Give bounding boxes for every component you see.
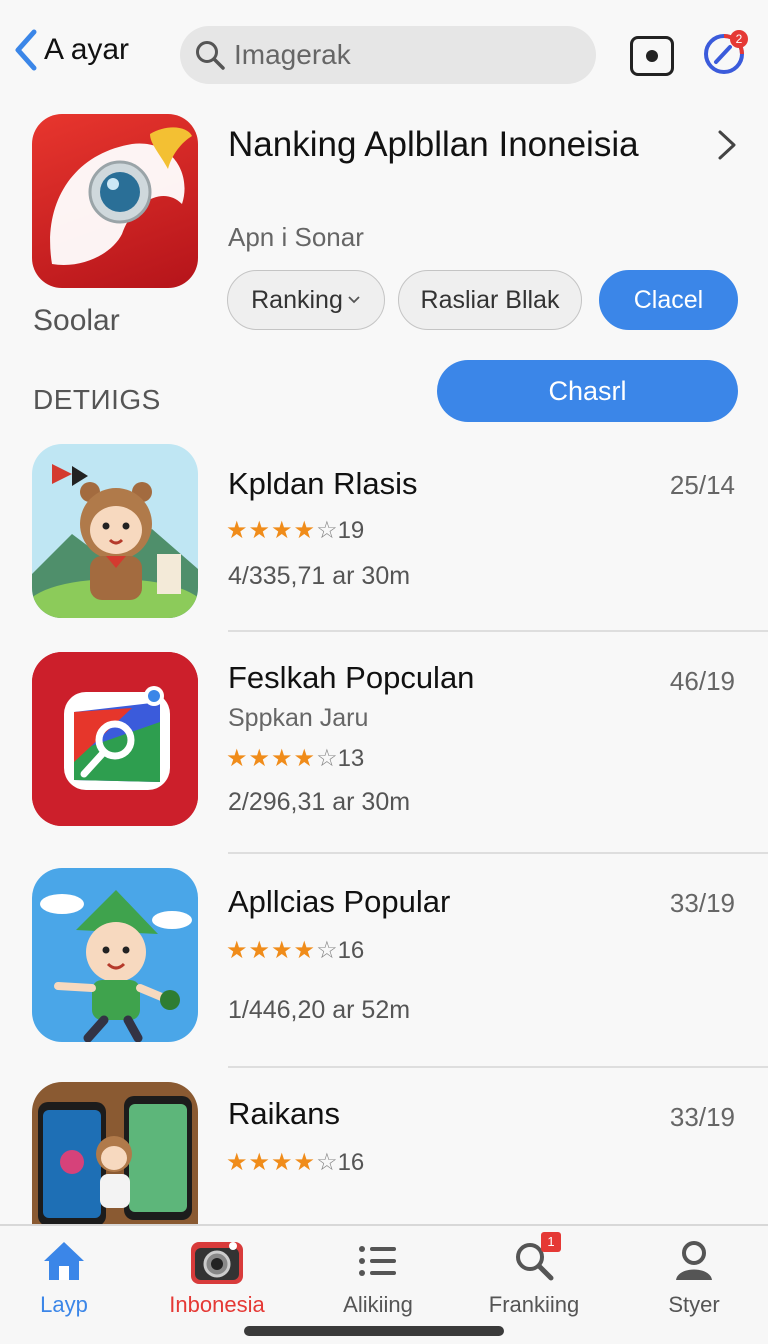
rasliar-filter-button[interactable]: Rasliar Bllak	[398, 270, 582, 330]
app-title: Raikans	[228, 1096, 340, 1131]
list-item[interactable]: Kpldan Rlasis 25/14 ★★★★ ☆ 19 4/335,71 a…	[0, 444, 768, 634]
star-empty-icon: ☆	[316, 517, 338, 544]
star-rating-icon: ★★★★	[226, 937, 317, 964]
app-subtitle: Sppkan Jaru	[228, 704, 369, 732]
back-label: A ayar	[44, 33, 130, 66]
app-rating: ★★★★ ☆ 19	[226, 516, 364, 545]
rating-count: 19	[337, 516, 365, 544]
app-rating: ★★★★ ☆ 13	[226, 744, 364, 773]
search-icon	[196, 41, 225, 70]
app-title: Kpldan Rlasis	[228, 466, 418, 501]
list-item[interactable]: Feslkah Popculan 46/19 Sppkan Jaru ★★★★ …	[0, 652, 768, 842]
featured-app-icon[interactable]	[32, 114, 198, 288]
list-item[interactable]: Apllcias Popular 33/19 ★★★★ ☆ 16 1/446,2…	[0, 868, 768, 1058]
clacel-button[interactable]: Clacel	[599, 270, 738, 330]
featured-app-label: Soolar	[33, 304, 120, 337]
list-icon	[353, 1236, 403, 1286]
star-empty-icon: ☆	[316, 937, 338, 964]
search-placeholder: Imagerak	[234, 39, 351, 70]
app-date: 33/19	[669, 888, 735, 918]
app-icon-bear	[32, 444, 198, 618]
divider	[228, 630, 768, 632]
back-button[interactable]: A ayar	[12, 28, 129, 72]
star-empty-icon: ☆	[316, 745, 338, 772]
nav-label: Inbonesia	[169, 1292, 265, 1317]
app-title: Feslkah Popculan	[228, 660, 475, 695]
person-icon	[669, 1236, 719, 1286]
app-title: Apllcias Popular	[228, 884, 451, 919]
app-date: 33/19	[669, 1102, 735, 1132]
scan-button[interactable]	[630, 36, 674, 76]
rating-count: 13	[337, 744, 365, 772]
app-date: 46/19	[669, 666, 735, 696]
app-icon-elf	[32, 868, 198, 1042]
app-icon-photo	[32, 652, 198, 826]
chevron-right-icon[interactable]	[716, 128, 738, 167]
star-rating-icon: ★★★★	[226, 745, 317, 772]
rating-count: 16	[337, 936, 365, 964]
nav-item-layp[interactable]: Layp	[0, 1236, 134, 1326]
divider	[228, 852, 768, 854]
star-rating-icon: ★★★★	[226, 517, 317, 544]
app-date: 25/14	[669, 470, 735, 500]
app-meta: 2/296,31 ar 30m	[228, 788, 411, 816]
list-item[interactable]: Raikans 33/19 ★★★★ ☆ 16	[0, 1082, 768, 1224]
nav-item-inbonesia[interactable]: Inbonesia	[147, 1236, 287, 1326]
page-title: Nanking Aplbllan Inoneisia	[228, 125, 639, 164]
nav-item-alikiing[interactable]: Alikiing	[308, 1236, 448, 1326]
nav-label: Layp	[40, 1292, 88, 1317]
chevron-left-icon	[15, 29, 37, 71]
notification-badge: 2	[730, 30, 748, 48]
camera-app-icon	[50, 127, 192, 265]
search-icon: 1	[509, 1232, 561, 1286]
app-icon-phones	[32, 1082, 198, 1224]
nav-item-frankiing[interactable]: 1 Frankiing	[464, 1232, 604, 1326]
camera-icon	[189, 1236, 245, 1286]
primary-action-label: Chasrl	[548, 375, 627, 406]
home-indicator[interactable]	[244, 1326, 504, 1336]
primary-action-button[interactable]: Chasrl	[437, 360, 738, 422]
app-meta: 1/446,20 ar 52m	[228, 996, 411, 1024]
section-heading: DETИIGS	[33, 384, 161, 415]
ranking-filter-label: Ranking	[251, 285, 343, 314]
rating-count: 16	[337, 1148, 365, 1176]
star-rating-icon: ★★★★	[226, 1149, 317, 1176]
clacel-label: Clacel	[633, 285, 704, 314]
rasliar-filter-label: Rasliar Bllak	[420, 285, 560, 314]
ranking-filter-button[interactable]: Ranking	[227, 270, 385, 330]
home-icon	[39, 1236, 89, 1286]
nav-badge: 1	[541, 1232, 561, 1252]
app-meta: 4/335,71 ar 30m	[228, 562, 411, 590]
star-empty-icon: ☆	[316, 1149, 338, 1176]
nav-item-styer[interactable]: Styer	[624, 1236, 764, 1326]
top-bar: A ayar Imagerak 2	[0, 0, 768, 108]
nav-label: Styer	[668, 1292, 720, 1317]
nav-label: Frankiing	[488, 1292, 580, 1317]
scan-icon	[646, 50, 658, 62]
chevron-down-icon	[348, 296, 360, 304]
profile-button[interactable]: 2	[702, 30, 748, 76]
divider	[228, 1066, 768, 1068]
app-rating: ★★★★ ☆ 16	[226, 1148, 364, 1177]
app-rating: ★★★★ ☆ 16	[226, 936, 364, 965]
page-subtitle: Apn i Sonar	[228, 222, 364, 252]
nav-label: Alikiing	[343, 1292, 413, 1317]
search-input[interactable]: Imagerak	[180, 26, 596, 84]
